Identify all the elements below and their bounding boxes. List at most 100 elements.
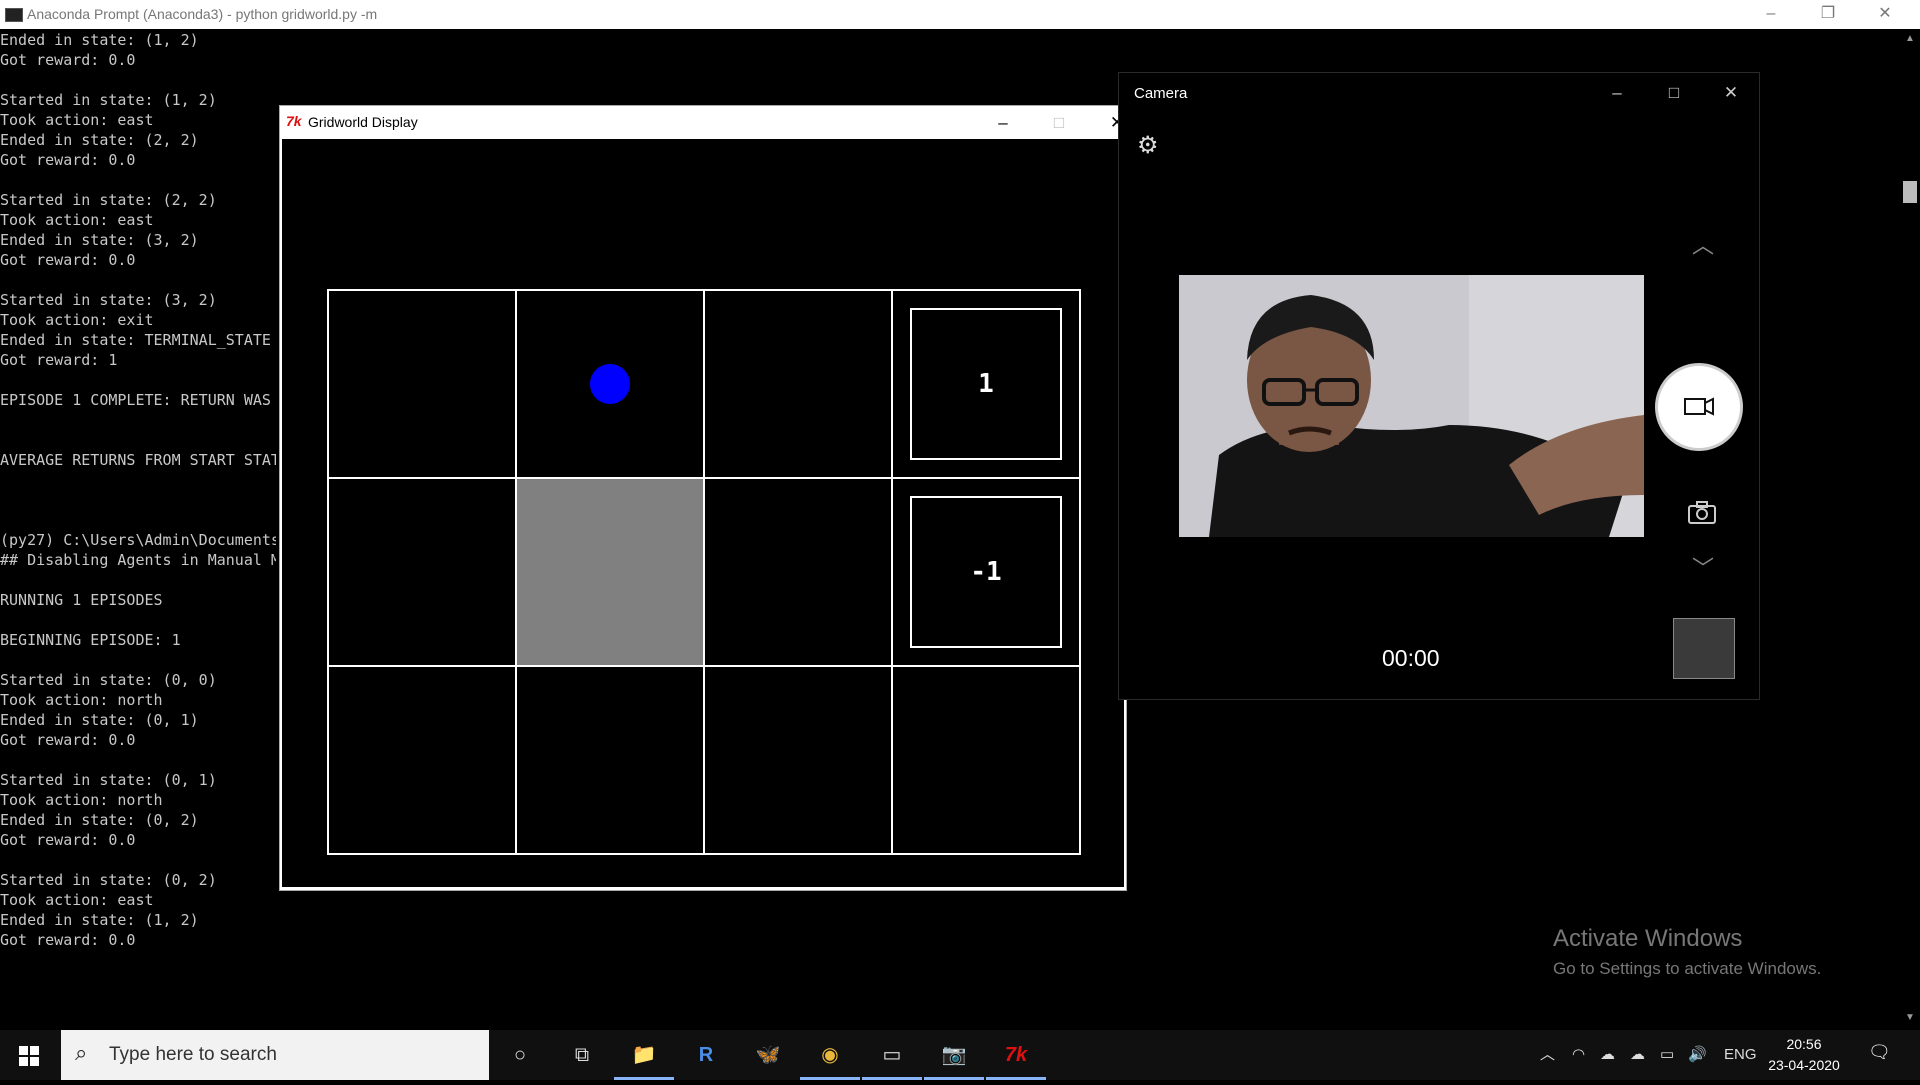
camera-minimize-button[interactable]: – — [1589, 73, 1645, 113]
console-line: Got reward: 0.0 — [0, 251, 136, 269]
camera-preview — [1179, 275, 1644, 537]
console-line: (py27) C:\Users\Admin\Documents — [0, 531, 276, 549]
grid-cell-empty — [327, 665, 517, 855]
console-line: Started in state: (0, 0) — [0, 671, 217, 689]
windows-logo-icon — [19, 1046, 39, 1066]
console-line: Started in state: (0, 2) — [0, 871, 217, 889]
console-line: Started in state: (2, 2) — [0, 191, 217, 209]
scroll-thumb[interactable] — [1903, 181, 1917, 203]
search-box[interactable]: ⌕ Type here to search — [61, 1030, 489, 1080]
chevron-down-icon[interactable]: ﹀ — [1685, 551, 1721, 583]
console-line: BEGINNING EPISODE: 1 — [0, 631, 181, 649]
console-line: Took action: east — [0, 891, 154, 909]
camera-title: Camera — [1134, 85, 1188, 102]
console-line: Ended in state: TERMINAL_STATE — [0, 331, 271, 349]
taskbar-r-icon[interactable]: R — [676, 1030, 736, 1080]
camera-feed-image — [1179, 275, 1644, 537]
last-capture-thumbnail[interactable] — [1673, 618, 1735, 679]
console-line: Got reward: 0.0 — [0, 731, 136, 749]
taskbar-chrome-icon[interactable]: ◉ — [800, 1030, 860, 1080]
console-line: RUNNING 1 EPISODES — [0, 591, 163, 609]
gridworld-window[interactable]: 7k Gridworld Display – □ ✕ 1 -1 — [279, 105, 1127, 891]
clock-date: 23-04-2020 — [1768, 1057, 1840, 1073]
volume-icon[interactable]: 🔊 — [1688, 1030, 1707, 1080]
taskbar-camera-icon[interactable]: 📷 — [924, 1030, 984, 1080]
gridworld-canvas: 1 -1 — [280, 139, 1126, 890]
console-line: Ended in state: (0, 1) — [0, 711, 199, 729]
console-line: Started in state: (0, 1) — [0, 771, 217, 789]
console-title: Anaconda Prompt (Anaconda3) - python gri… — [27, 6, 378, 22]
wifi-icon[interactable]: ◠ — [1572, 1030, 1585, 1080]
console-line: Took action: east — [0, 111, 154, 129]
video-camera-icon — [1684, 397, 1714, 416]
notification-icon[interactable]: 🗨 — [1868, 1042, 1892, 1066]
gridworld-minimize-button[interactable]: – — [980, 106, 1026, 139]
camera-icon[interactable] — [1687, 499, 1717, 531]
taskbar-file-explorer-icon[interactable]: 📁 — [614, 1030, 674, 1080]
gear-icon[interactable]: ⚙ — [1137, 131, 1159, 160]
taskbar-terminal-icon[interactable]: ▭ — [862, 1030, 922, 1080]
clock[interactable]: 20:56 23-04-2020 — [1762, 1034, 1846, 1076]
grid-cell-empty — [515, 665, 705, 855]
gridworld-title: Gridworld Display — [308, 114, 418, 130]
console-line: Got reward: 0.0 — [0, 151, 136, 169]
console-line: Got reward: 0.0 — [0, 931, 136, 949]
console-titlebar[interactable]: Anaconda Prompt (Anaconda3) - python gri… — [0, 0, 1920, 29]
record-button[interactable] — [1655, 363, 1743, 451]
taskbar-task-view-icon[interactable]: ⧉ — [552, 1030, 612, 1080]
console-line: Took action: east — [0, 211, 154, 229]
taskbar-cortana-icon[interactable]: ○ — [490, 1030, 550, 1080]
taskbar-butterfly-app-icon[interactable]: 🦋 — [738, 1030, 798, 1080]
taskbar: ⌕ Type here to search ○ ⧉ 📁 R 🦋 ◉ ▭ 📷 7k ︿ ◠ ☁ ☁… — [0, 1030, 1920, 1080]
cloud-icon[interactable]: ☁ — [1600, 1030, 1615, 1080]
activate-windows-watermark: Activate Windows Go to Settings to activ… — [1553, 925, 1821, 979]
console-line: Took action: north — [0, 791, 163, 809]
recording-timer: 00:00 — [1382, 645, 1440, 671]
grid-cell-empty — [703, 289, 893, 479]
console-line: Ended in state: (3, 2) — [0, 231, 199, 249]
start-button[interactable] — [0, 1030, 58, 1080]
close-button[interactable]: ✕ — [1862, 0, 1908, 29]
restore-button[interactable]: ❐ — [1805, 0, 1851, 29]
gridworld-maximize-button: □ — [1053, 113, 1065, 132]
camera-close-button[interactable]: ✕ — [1703, 73, 1759, 113]
taskbar-tk-python-icon[interactable]: 7k — [986, 1030, 1046, 1080]
grid-cell-wall — [515, 477, 705, 667]
scroll-down-icon[interactable]: ▼ — [1900, 1010, 1920, 1026]
console-output[interactable]: Ended in state: (1, 2) Got reward: 0.0 St… — [0, 30, 276, 1030]
gridworld-titlebar[interactable]: 7k Gridworld Display – □ ✕ — [280, 106, 1126, 139]
grid-cell-empty — [327, 477, 517, 667]
camera-maximize-button[interactable]: □ — [1646, 73, 1702, 113]
scroll-up-icon[interactable]: ▲ — [1900, 31, 1920, 47]
console-line: Started in state: (3, 2) — [0, 291, 217, 309]
console-scrollbar[interactable]: ▲ ▼ — [1900, 29, 1920, 1030]
grid-cell-empty — [703, 665, 893, 855]
camera-window[interactable]: Camera – □ ✕ ⚙ ︿ ﹀ 00:00 — [1118, 72, 1760, 700]
console-line: Got reward: 0.0 — [0, 51, 136, 69]
clock-time: 20:56 — [1786, 1036, 1822, 1052]
search-placeholder: Type here to search — [109, 1044, 277, 1065]
tk-icon: 7k — [286, 113, 302, 129]
chevron-up-icon[interactable]: ︿ — [1685, 228, 1721, 260]
cloud-sync-icon[interactable]: ☁ — [1630, 1030, 1645, 1080]
console-line: Took action: exit — [0, 311, 154, 329]
chevron-up-tray-icon[interactable]: ︿ — [1540, 1030, 1555, 1080]
console-line: Got reward: 0.0 — [0, 831, 136, 849]
console-line: EPISODE 1 COMPLETE: RETURN WAS — [0, 391, 271, 409]
grid-cell-terminal: 1 — [891, 289, 1081, 479]
battery-icon[interactable]: ▭ — [1660, 1030, 1674, 1080]
terminal-value-label: 1 — [910, 308, 1062, 460]
agent-marker — [590, 364, 630, 404]
minimize-button[interactable]: – — [1748, 0, 1794, 29]
grid-cell-empty — [327, 289, 517, 479]
language-indicator[interactable]: ENG — [1724, 1030, 1757, 1080]
terminal-value-label: -1 — [910, 496, 1062, 648]
